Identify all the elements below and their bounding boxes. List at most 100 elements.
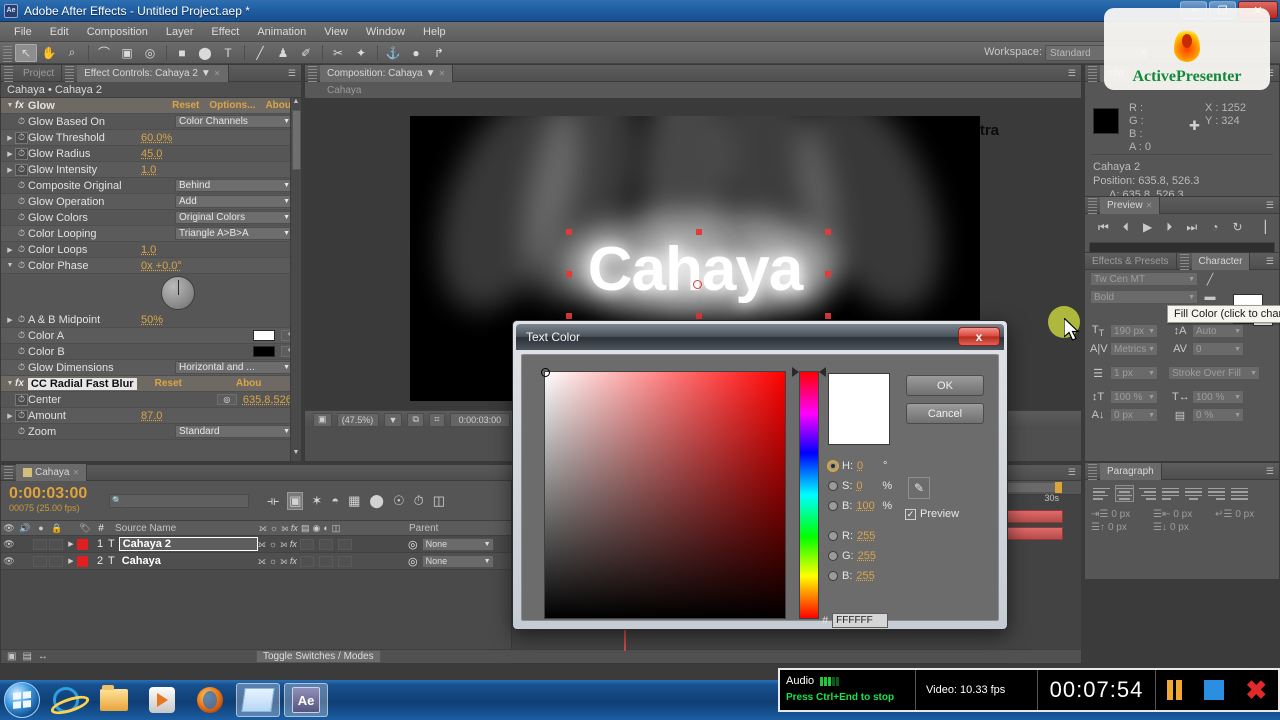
panel-menu-icon[interactable]: ☰: [1261, 256, 1279, 267]
comp-renderer-icon[interactable]: ◫: [433, 493, 445, 509]
live-update-icon[interactable]: ⟛: [267, 493, 279, 509]
about-link-ccrfb[interactable]: Abou: [236, 378, 262, 389]
clone-stamp-tool[interactable]: ♟: [272, 44, 294, 62]
property-dropdown[interactable]: Behind ▼: [175, 179, 293, 192]
cancel-recording-button[interactable]: ✖: [1245, 680, 1267, 700]
tab-effect-controls[interactable]: Effect Controls: Cahaya 2 ▼ ✕: [77, 65, 228, 82]
space-after-field[interactable]: ☰↓ 0 px: [1153, 522, 1209, 533]
menu-view[interactable]: View: [316, 24, 356, 40]
property-value[interactable]: 50%: [141, 314, 301, 326]
property-row-glow-intensity[interactable]: ▶ ⏱ Glow Intensity 1.0: [1, 162, 301, 178]
selection-handle[interactable]: [825, 229, 831, 235]
shape-tool[interactable]: ■: [171, 44, 193, 62]
layer-source-name[interactable]: T Cahaya: [108, 555, 258, 567]
selection-handle[interactable]: [825, 271, 831, 277]
property-row-zoom[interactable]: ⏱ Zoom Standard ▼: [1, 424, 301, 440]
stroke-order-selector[interactable]: Stroke Over Fill ▼: [1168, 366, 1260, 380]
frame-blend-switch[interactable]: [300, 539, 314, 550]
adjustment-switch[interactable]: [338, 539, 352, 550]
last-frame-icon[interactable]: ⏭: [1186, 220, 1197, 235]
quality-switch-icon[interactable]: ⟕: [280, 556, 287, 567]
selection-handle[interactable]: [566, 229, 572, 235]
options-link-glow[interactable]: Options...: [209, 100, 255, 111]
menu-effect[interactable]: Effect: [203, 24, 247, 40]
vertical-scale-field[interactable]: 100 % ▼: [1110, 390, 1158, 404]
preview-checkbox[interactable]: ✓: [905, 509, 916, 520]
lock-toggle[interactable]: [49, 556, 63, 567]
property-dropdown[interactable]: Color Channels ▼: [175, 115, 293, 128]
crosshair-icon[interactable]: ◎: [217, 394, 237, 405]
disclosure-triangle-icon[interactable]: ▼: [5, 262, 15, 269]
disclosure-triangle-icon[interactable]: ▶: [5, 166, 15, 174]
property-dropdown[interactable]: Horizontal and ... ▼: [175, 361, 293, 374]
tracking-field[interactable]: 0 ▼: [1192, 342, 1244, 356]
justify-last-left-icon[interactable]: [1162, 486, 1179, 501]
pause-button[interactable]: [1167, 680, 1182, 700]
bend-pin-tool[interactable]: ↱: [428, 44, 450, 62]
hsb-brightness-row[interactable]: B: 100 %: [828, 498, 892, 514]
property-dropdown[interactable]: Triangle A>B>A ▼: [175, 227, 293, 240]
layer-parent[interactable]: ◎ None ▼: [408, 555, 494, 568]
close-icon[interactable]: ✕: [214, 69, 221, 78]
disclosure-triangle-icon[interactable]: ▶: [5, 150, 15, 158]
hex-input[interactable]: FFFFFF: [832, 613, 888, 628]
rgb-blue-row[interactable]: B: 255: [828, 568, 892, 584]
stopwatch-icon[interactable]: ⏱: [15, 164, 28, 176]
reset-link-ccrfb[interactable]: Reset: [155, 378, 182, 389]
selection-handle[interactable]: [696, 313, 702, 319]
space-before-field[interactable]: ☰↑ 0 px: [1091, 522, 1147, 533]
tab-project[interactable]: Project: [16, 65, 62, 82]
disclosure-triangle-icon[interactable]: ▼: [5, 380, 15, 387]
layer-source-name[interactable]: T Cahaya 2: [108, 537, 258, 551]
align-center-icon[interactable]: [1116, 486, 1133, 501]
stop-button[interactable]: [1204, 680, 1224, 700]
brush-tool[interactable]: ╱: [249, 44, 271, 62]
panel-menu-icon[interactable]: ☰: [1063, 68, 1081, 79]
radio-hue[interactable]: [828, 461, 838, 471]
font-size-field[interactable]: 190 px ▼: [1110, 324, 1158, 338]
start-button[interactable]: [4, 682, 40, 718]
switches-modes-icon[interactable]: ▤: [22, 651, 31, 662]
layer-visibility-toggle[interactable]: 👁: [1, 539, 17, 550]
scrollbar-thumb[interactable]: [292, 110, 301, 170]
stopwatch-icon[interactable]: ⏱: [15, 196, 28, 208]
indent-left-field[interactable]: ⇥☰ 0 px: [1091, 509, 1147, 520]
effects-switch-icon[interactable]: fx: [290, 539, 297, 549]
motion-blur-icon[interactable]: ✶: [311, 493, 322, 509]
saturation-brightness-field[interactable]: [544, 371, 786, 619]
taskbar-internet-explorer[interactable]: [44, 683, 88, 717]
stroke-width-field[interactable]: 1 px ▼: [1110, 366, 1158, 380]
property-row-color-a[interactable]: ⏱ Color A ✎: [1, 328, 301, 344]
radio-blue[interactable]: [828, 571, 838, 581]
disclosure-triangle-icon[interactable]: ▼: [5, 102, 15, 109]
panel-menu-icon[interactable]: ☰: [1261, 200, 1279, 211]
effect-header-cc-radial-fast-blur[interactable]: ▼ fx CC Radial Fast Blur Reset Abou: [1, 376, 301, 392]
property-dropdown[interactable]: Standard ▼: [175, 425, 293, 438]
justify-last-right-icon[interactable]: [1208, 486, 1225, 501]
first-frame-icon[interactable]: ⏮: [1098, 220, 1109, 235]
quality-switch-icon[interactable]: ⟕: [280, 539, 287, 550]
property-value[interactable]: 60.0%: [141, 132, 301, 144]
tab-character[interactable]: Character: [1192, 253, 1251, 270]
indent-first-field[interactable]: ↵☰ 0 px: [1215, 509, 1271, 520]
composition-panel-grip[interactable]: [308, 64, 317, 82]
property-row-amount[interactable]: ▶ ⏱ Amount 87.0: [1, 408, 301, 424]
tsume-field[interactable]: 0 % ▼: [1192, 408, 1244, 422]
color-swatch-b[interactable]: [253, 346, 275, 357]
property-row-ab-midpoint[interactable]: ▶ ⏱ A & B Midpoint 50%: [1, 312, 301, 328]
auto-keyframe-icon[interactable]: ⬤: [369, 493, 384, 509]
eraser-tool[interactable]: ✐: [295, 44, 317, 62]
color-cursor-icon[interactable]: [541, 368, 550, 377]
hue-slider[interactable]: [799, 371, 819, 619]
menu-animation[interactable]: Animation: [249, 24, 314, 40]
stopwatch-icon[interactable]: ⏱: [15, 132, 28, 144]
property-row-glow-radius[interactable]: ▶ ⏱ Glow Radius 45.0: [1, 146, 301, 162]
disclosure-triangle-icon[interactable]: ▶: [65, 540, 77, 548]
effect-header-glow[interactable]: ▼ fx Glow Reset Options... Abou: [1, 98, 301, 114]
dialog-close-button[interactable]: x: [958, 327, 1000, 346]
selection-handle[interactable]: [825, 313, 831, 319]
radio-brightness[interactable]: [828, 501, 838, 511]
previous-frame-icon[interactable]: ⏴: [1123, 220, 1129, 235]
tab-effects-presets[interactable]: Effects & Presets: [1085, 253, 1177, 270]
property-value[interactable]: 1.0: [141, 164, 301, 176]
